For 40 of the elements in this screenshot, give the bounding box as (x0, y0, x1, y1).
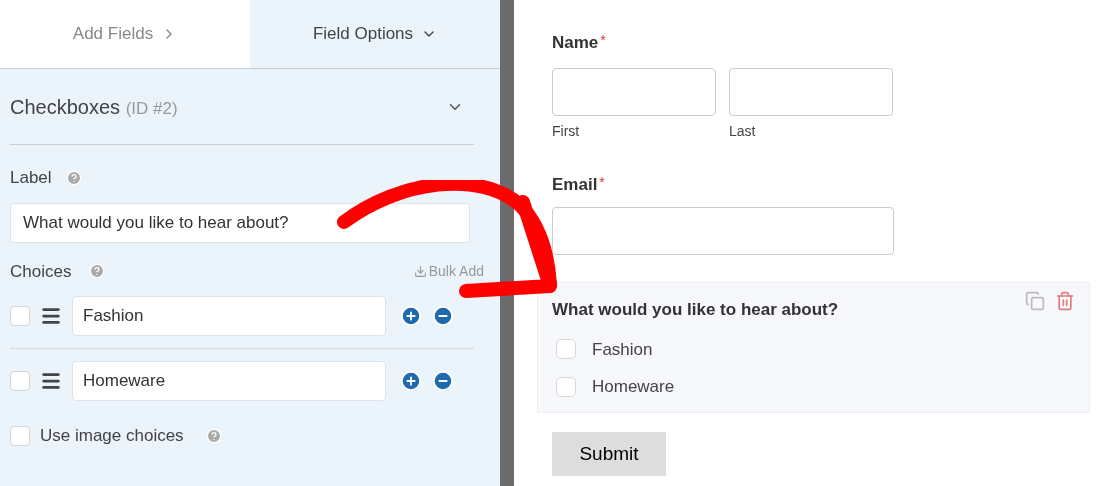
field-label: Email (552, 173, 598, 196)
field-label: Name (552, 32, 599, 54)
delete-icon[interactable] (1055, 291, 1075, 311)
section-title: Checkboxes (ID #2) (10, 94, 178, 120)
label-heading: Label (10, 167, 52, 189)
help-icon[interactable] (65, 169, 82, 186)
field-label: What would you like to hear about? (552, 299, 839, 321)
sublabel: Last (729, 121, 757, 141)
required-mark: * (600, 31, 606, 50)
drag-handle-icon[interactable] (40, 370, 62, 392)
sublabel: First (552, 121, 581, 141)
remove-icon[interactable] (432, 370, 454, 392)
choice-checkbox[interactable] (10, 371, 30, 391)
choice-field[interactable]: Fashion (72, 296, 386, 336)
panel-tab[interactable]: Add Fields (0, 0, 250, 68)
text-input[interactable] (729, 67, 893, 116)
option-label: Fashion (592, 338, 653, 361)
choice-field[interactable]: Homeware (72, 361, 386, 401)
image-choices-checkbox[interactable] (10, 425, 30, 446)
option-label: Homeware (592, 376, 675, 398)
help-icon[interactable] (205, 427, 222, 444)
selected-field-card[interactable]: What would you like to hear about? Fashion Homeware (537, 282, 1090, 413)
option-checkbox[interactable] (556, 339, 576, 360)
remove-icon[interactable] (432, 305, 454, 327)
label-field[interactable]: What would you like to hear about? (10, 202, 470, 243)
choices-heading: Choices (10, 260, 72, 283)
text-input[interactable] (552, 67, 716, 116)
splitter-bar[interactable] (500, 0, 514, 486)
duplicate-icon[interactable] (1025, 291, 1045, 311)
add-icon[interactable] (400, 305, 422, 327)
download-icon (413, 264, 427, 278)
option-checkbox[interactable] (556, 376, 576, 397)
drag-handle-icon[interactable] (40, 305, 62, 327)
submit-button[interactable]: Submit (552, 432, 666, 476)
required-mark: * (599, 172, 605, 192)
add-icon[interactable] (400, 370, 422, 392)
image-choices-label: Use image choices (40, 425, 184, 447)
email-input[interactable] (552, 207, 894, 255)
help-icon[interactable] (89, 263, 106, 280)
choice-checkbox[interactable] (10, 306, 30, 326)
